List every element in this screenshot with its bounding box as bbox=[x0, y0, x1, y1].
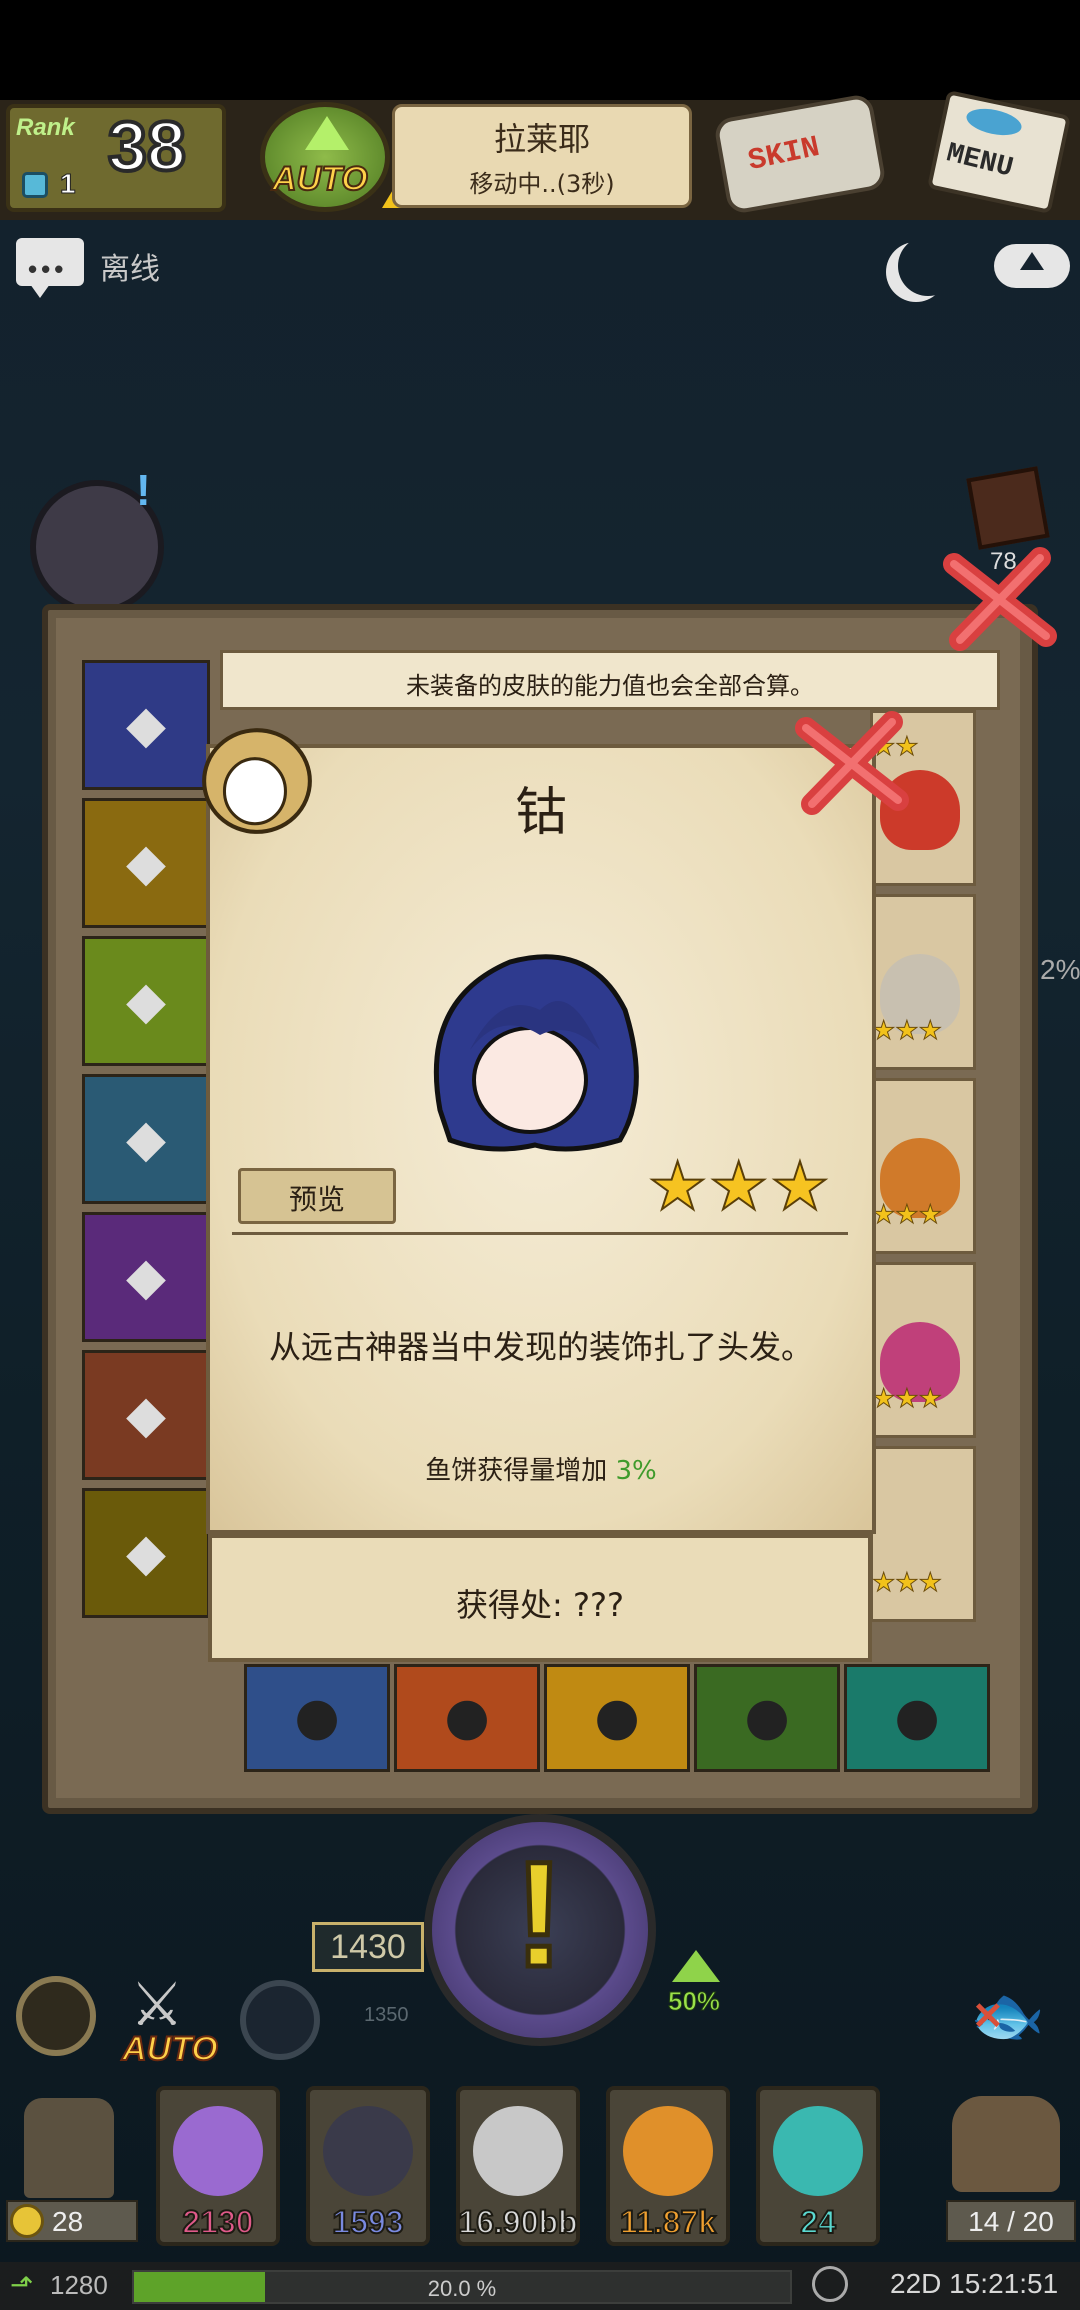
card-stars: ★★★ bbox=[872, 1016, 943, 1047]
lantern-icon[interactable] bbox=[24, 2098, 114, 2198]
pearl-icon bbox=[173, 2106, 263, 2196]
divider bbox=[232, 1232, 848, 1235]
skin-bonus: 鱼饼获得量增加 3% bbox=[206, 1450, 876, 1487]
rank-value: 38 bbox=[106, 105, 188, 187]
location-name: 拉莱耶 bbox=[493, 120, 590, 158]
small-score: 1350 bbox=[364, 2004, 409, 2026]
auto-battle-label[interactable]: AUTO bbox=[121, 2029, 219, 2069]
clock-icon bbox=[812, 2266, 848, 2302]
auto-sail-label: AUTO bbox=[271, 159, 369, 199]
dark-gem-icon bbox=[323, 2106, 413, 2196]
cross-icon: ✕ bbox=[972, 1996, 1004, 2038]
upload-arrow-icon bbox=[1020, 252, 1044, 270]
popup-close-icon[interactable] bbox=[792, 708, 912, 818]
tab-lantern-icon[interactable]: ◆ bbox=[82, 1488, 210, 1618]
cat-icon: ● bbox=[294, 1687, 340, 1747]
diamond-icon bbox=[773, 2106, 863, 2196]
night-mode-icon[interactable] bbox=[898, 236, 958, 296]
tab-bag-icon[interactable]: ◆ bbox=[82, 1350, 210, 1480]
card-stars: ★★★ bbox=[872, 1384, 943, 1415]
preview-label: 预览 bbox=[288, 1183, 345, 1216]
shell-icon bbox=[473, 2106, 563, 2196]
game-time: 22D 15:21:51 bbox=[890, 2268, 1059, 2299]
chat-dots: ••• bbox=[28, 254, 68, 284]
panel-close-icon[interactable] bbox=[940, 544, 1060, 654]
bag-icon[interactable] bbox=[952, 2096, 1060, 2192]
slot-cannon-icon[interactable]: ● bbox=[544, 1664, 690, 1772]
up-arrow-icon bbox=[305, 116, 349, 150]
bag-count: 14 / 20 bbox=[968, 2206, 1054, 2237]
tab-pistol-icon[interactable]: ◆ bbox=[82, 660, 210, 790]
resource-value: 2130 bbox=[181, 2203, 254, 2241]
rarity-stars: ★★★ bbox=[647, 1147, 832, 1226]
slot-binoculars-icon[interactable]: ● bbox=[694, 1664, 840, 1772]
skin-description: 从远古神器当中发现的装饰扎了头发。 bbox=[268, 1328, 813, 1366]
harpoon-icon: ● bbox=[444, 1687, 490, 1747]
tab-ship-icon[interactable]: ◆ bbox=[82, 1212, 210, 1342]
slot-harpoon-icon[interactable]: ● bbox=[394, 1664, 540, 1772]
resource-value: 16.90bb bbox=[457, 2203, 578, 2241]
skin-name: 钴 bbox=[514, 783, 567, 843]
lantern-count: 28 bbox=[52, 2206, 84, 2237]
resource-value: 1593 bbox=[331, 2203, 404, 2241]
top-hat-icon: ◆ bbox=[126, 833, 166, 893]
coin-icon bbox=[10, 2204, 44, 2238]
level-icon: ⬏ bbox=[10, 2269, 34, 2300]
slot-crystal-icon[interactable]: ● bbox=[844, 1664, 990, 1772]
lantern-icon: ◆ bbox=[126, 1523, 166, 1583]
bag-icon: ◆ bbox=[126, 1385, 166, 1445]
clothes-icon: ◆ bbox=[126, 1109, 166, 1169]
tab-clothes-icon[interactable]: ◆ bbox=[82, 1074, 210, 1204]
gem-count: 1 bbox=[60, 168, 77, 200]
resource-value: 24 bbox=[799, 2203, 837, 2241]
level-value: 1280 bbox=[50, 2270, 108, 2300]
gem-icon bbox=[22, 172, 48, 198]
crystal-icon: ● bbox=[894, 1687, 940, 1747]
chocolate-icon[interactable] bbox=[966, 466, 1050, 550]
amber-icon bbox=[623, 2106, 713, 2196]
hint-text: 未装备的皮肤的能力值也会全部合算。 bbox=[406, 672, 814, 700]
xp-percent: 20.0 % bbox=[427, 2276, 497, 2301]
bonus-value: 3% bbox=[615, 1456, 657, 1486]
cannon-icon: ● bbox=[594, 1687, 640, 1747]
ship-wheel-icon[interactable] bbox=[240, 1980, 320, 2060]
score-value: 1430 bbox=[330, 1928, 406, 1966]
connection-status: 离线 bbox=[100, 252, 160, 287]
tab-top-hat-icon[interactable]: ◆ bbox=[82, 798, 210, 928]
card-stars: ★★★ bbox=[872, 1568, 943, 1599]
card-stars: ★★★ bbox=[872, 1200, 943, 1231]
slot-cat-icon[interactable]: ● bbox=[244, 1664, 390, 1772]
binoculars-icon: ● bbox=[744, 1687, 790, 1747]
ship-icon: ◆ bbox=[126, 1247, 166, 1307]
rank-label: Rank bbox=[16, 114, 75, 141]
source-text: 获得处: ??? bbox=[456, 1586, 624, 1624]
location-status: 移动中..(3秒) bbox=[469, 170, 615, 198]
side-percent: 2% bbox=[1040, 954, 1080, 985]
notification-icon: ! bbox=[136, 466, 151, 515]
boost-arrow-icon bbox=[672, 1950, 720, 1982]
hair-icon: ◆ bbox=[126, 971, 166, 1031]
boost-percent: 50% bbox=[667, 1986, 721, 2017]
tab-hair-icon[interactable]: ◆ bbox=[82, 936, 210, 1066]
bonus-label: 鱼饼获得量增加 bbox=[425, 1456, 608, 1486]
hair-preview-icon bbox=[433, 954, 639, 1152]
pistol-icon: ◆ bbox=[126, 695, 166, 755]
resource-value: 11.87k bbox=[619, 2203, 717, 2241]
stopwatch-icon[interactable] bbox=[16, 1976, 96, 2056]
alert-icon: ! bbox=[512, 1828, 567, 2001]
